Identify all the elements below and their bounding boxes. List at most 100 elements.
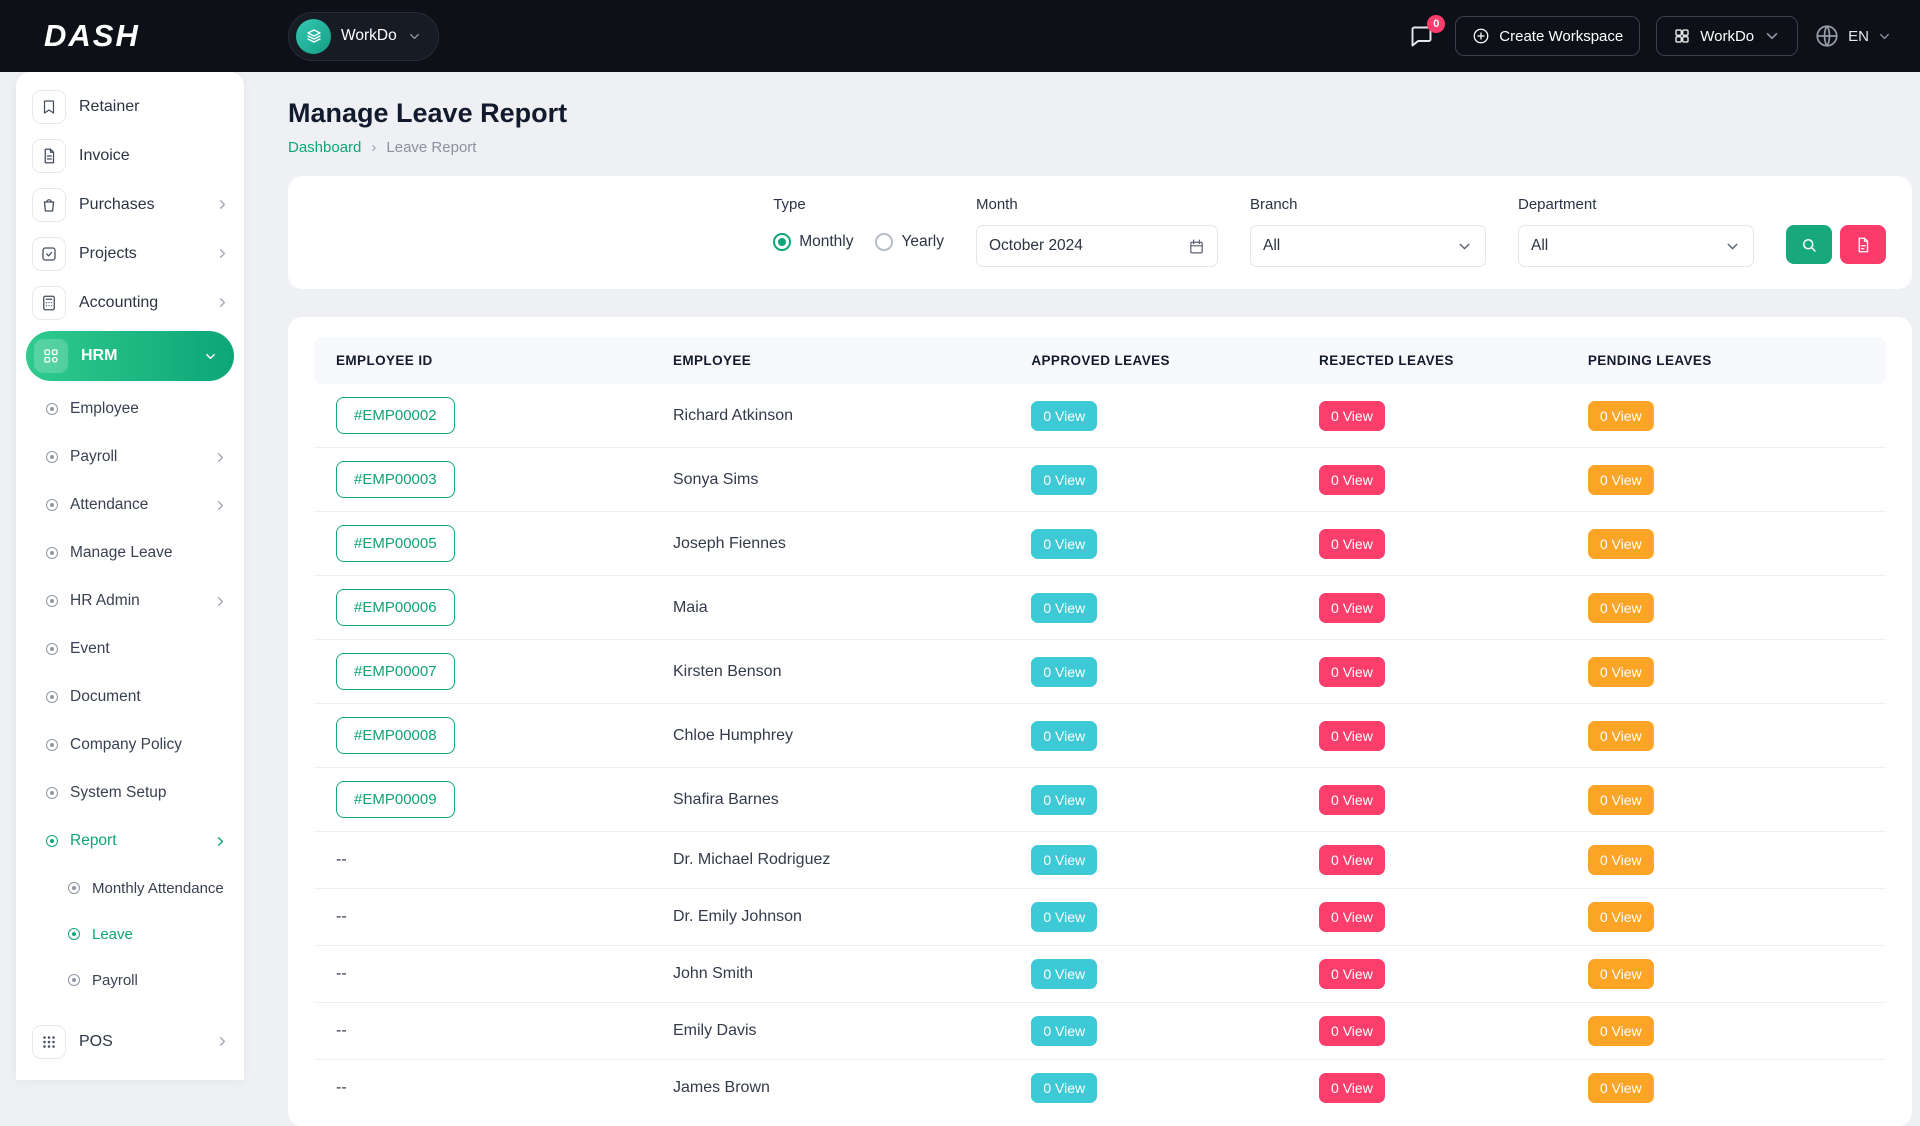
employee-id-badge[interactable]: #EMP00007 xyxy=(336,653,455,690)
employee-name: Dr. Michael Rodriguez xyxy=(663,832,1021,889)
employee-id-badge[interactable]: #EMP00009 xyxy=(336,781,455,818)
create-workspace-button[interactable]: Create Workspace xyxy=(1455,16,1640,56)
sidebar-item-report[interactable]: Report xyxy=(16,817,244,865)
sidebar-item-purchases[interactable]: Purchases xyxy=(16,180,244,229)
workspace-selector[interactable]: WorkDo xyxy=(288,12,439,61)
top-header: DASH WorkDo 0 Create Workspace WorkDo xyxy=(0,0,1920,72)
rejected-leaves-view-button[interactable]: 0 View xyxy=(1319,902,1385,932)
branch-select[interactable]: All xyxy=(1250,225,1486,267)
table-row: -- James Brown 0 View 0 View 0 View xyxy=(314,1060,1886,1117)
month-label: Month xyxy=(976,196,1218,214)
pending-leaves-view-button[interactable]: 0 View xyxy=(1588,785,1654,815)
approved-leaves-view-button[interactable]: 0 View xyxy=(1031,845,1097,875)
pending-leaves-view-button[interactable]: 0 View xyxy=(1588,1016,1654,1046)
pending-leaves-view-button[interactable]: 0 View xyxy=(1588,721,1654,751)
pending-leaves-view-button[interactable]: 0 View xyxy=(1588,529,1654,559)
chevron-down-icon xyxy=(1763,27,1781,45)
rejected-leaves-view-button[interactable]: 0 View xyxy=(1319,1073,1385,1103)
employee-id-badge[interactable]: #EMP00008 xyxy=(336,717,455,754)
employee-name: John Smith xyxy=(663,946,1021,1003)
sidebar-item-leave[interactable]: Leave xyxy=(16,911,244,957)
pending-leaves-view-button[interactable]: 0 View xyxy=(1588,465,1654,495)
reset-button[interactable] xyxy=(1840,225,1886,264)
employee-id-badge[interactable]: #EMP00006 xyxy=(336,589,455,626)
rejected-leaves-view-button[interactable]: 0 View xyxy=(1319,593,1385,623)
pending-leaves-view-button[interactable]: 0 View xyxy=(1588,959,1654,989)
sidebar-item-hr-admin[interactable]: HR Admin xyxy=(16,577,244,625)
bullet-icon xyxy=(68,928,80,940)
chevron-down-icon xyxy=(203,349,218,364)
chevron-right-icon xyxy=(215,246,230,261)
employee-id-badge[interactable]: #EMP00003 xyxy=(336,461,455,498)
month-value: October 2024 xyxy=(989,237,1083,255)
pending-leaves-view-button[interactable]: 0 View xyxy=(1588,401,1654,431)
sidebar-item-hrm[interactable]: HRM xyxy=(26,331,234,381)
rejected-leaves-view-button[interactable]: 0 View xyxy=(1319,529,1385,559)
sidebar-item-payroll[interactable]: Payroll xyxy=(16,433,244,481)
rejected-leaves-view-button[interactable]: 0 View xyxy=(1319,657,1385,687)
employee-id-badge[interactable]: #EMP00005 xyxy=(336,525,455,562)
sidebar-item-system-setup[interactable]: System Setup xyxy=(16,769,244,817)
bullet-icon xyxy=(68,882,80,894)
rejected-leaves-view-button[interactable]: 0 View xyxy=(1319,401,1385,431)
approved-leaves-view-button[interactable]: 0 View xyxy=(1031,593,1097,623)
sidebar-item-company-policy[interactable]: Company Policy xyxy=(16,721,244,769)
sidebar-item-pos[interactable]: POS xyxy=(16,1017,244,1066)
rejected-leaves-view-button[interactable]: 0 View xyxy=(1319,1016,1385,1046)
approved-leaves-view-button[interactable]: 0 View xyxy=(1031,657,1097,687)
department-label: Department xyxy=(1518,196,1754,214)
pending-leaves-view-button[interactable]: 0 View xyxy=(1588,593,1654,623)
radio-yearly[interactable]: Yearly xyxy=(875,233,944,251)
employee-name: Emily Davis xyxy=(663,1003,1021,1060)
sidebar-item-employee[interactable]: Employee xyxy=(16,385,244,433)
table-row: #EMP00009 Shafira Barnes 0 View 0 View 0… xyxy=(314,768,1886,832)
app-switcher-button[interactable]: WorkDo xyxy=(1656,16,1798,56)
approved-leaves-view-button[interactable]: 0 View xyxy=(1031,959,1097,989)
sidebar-item-attendance[interactable]: Attendance xyxy=(16,481,244,529)
month-input[interactable]: October 2024 xyxy=(976,225,1218,267)
pending-leaves-view-button[interactable]: 0 View xyxy=(1588,1073,1654,1103)
approved-leaves-view-button[interactable]: 0 View xyxy=(1031,721,1097,751)
employee-id-badge[interactable]: #EMP00002 xyxy=(336,397,455,434)
rejected-leaves-view-button[interactable]: 0 View xyxy=(1319,465,1385,495)
brand-logo[interactable]: DASH xyxy=(0,18,288,54)
sidebar-item-retainer[interactable]: Retainer xyxy=(16,82,244,131)
breadcrumb-dashboard-link[interactable]: Dashboard xyxy=(288,139,361,156)
bullet-icon xyxy=(46,739,58,751)
approved-leaves-view-button[interactable]: 0 View xyxy=(1031,529,1097,559)
pending-leaves-view-button[interactable]: 0 View xyxy=(1588,902,1654,932)
grid-icon xyxy=(1673,27,1691,45)
language-selector[interactable]: EN xyxy=(1814,23,1892,49)
approved-leaves-view-button[interactable]: 0 View xyxy=(1031,465,1097,495)
rejected-leaves-view-button[interactable]: 0 View xyxy=(1319,785,1385,815)
department-select[interactable]: All xyxy=(1518,225,1754,267)
pending-leaves-view-button[interactable]: 0 View xyxy=(1588,845,1654,875)
messages-button[interactable]: 0 xyxy=(1404,19,1439,54)
rejected-leaves-view-button[interactable]: 0 View xyxy=(1319,959,1385,989)
sidebar-item-projects[interactable]: Projects xyxy=(16,229,244,278)
employee-name: Maia xyxy=(663,576,1021,640)
sidebar-item-report-payroll[interactable]: Payroll xyxy=(16,957,244,1003)
rejected-leaves-view-button[interactable]: 0 View xyxy=(1319,845,1385,875)
approved-leaves-view-button[interactable]: 0 View xyxy=(1031,1016,1097,1046)
sidebar-item-document[interactable]: Document xyxy=(16,673,244,721)
sidebar-item-manage-leave[interactable]: Manage Leave xyxy=(16,529,244,577)
sidebar-item-invoice[interactable]: Invoice xyxy=(16,131,244,180)
sidebar-item-monthly-attendance[interactable]: Monthly Attendance xyxy=(16,865,244,911)
approved-leaves-view-button[interactable]: 0 View xyxy=(1031,902,1097,932)
sidebar-item-event[interactable]: Event xyxy=(16,625,244,673)
approved-leaves-view-button[interactable]: 0 View xyxy=(1031,1073,1097,1103)
sidebar-item-label: Report xyxy=(70,832,117,850)
bullet-icon xyxy=(46,499,58,511)
sidebar-item-accounting[interactable]: Accounting xyxy=(16,278,244,327)
breadcrumb-current: Leave Report xyxy=(386,139,476,156)
rejected-leaves-view-button[interactable]: 0 View xyxy=(1319,721,1385,751)
pending-leaves-view-button[interactable]: 0 View xyxy=(1588,657,1654,687)
column-header-employee-id: EMPLOYEE ID xyxy=(314,337,663,384)
bullet-icon xyxy=(46,595,58,607)
search-button[interactable] xyxy=(1786,225,1832,264)
approved-leaves-view-button[interactable]: 0 View xyxy=(1031,785,1097,815)
radio-monthly[interactable]: Monthly xyxy=(773,233,853,251)
sidebar-item-label: Purchases xyxy=(79,196,155,214)
approved-leaves-view-button[interactable]: 0 View xyxy=(1031,401,1097,431)
